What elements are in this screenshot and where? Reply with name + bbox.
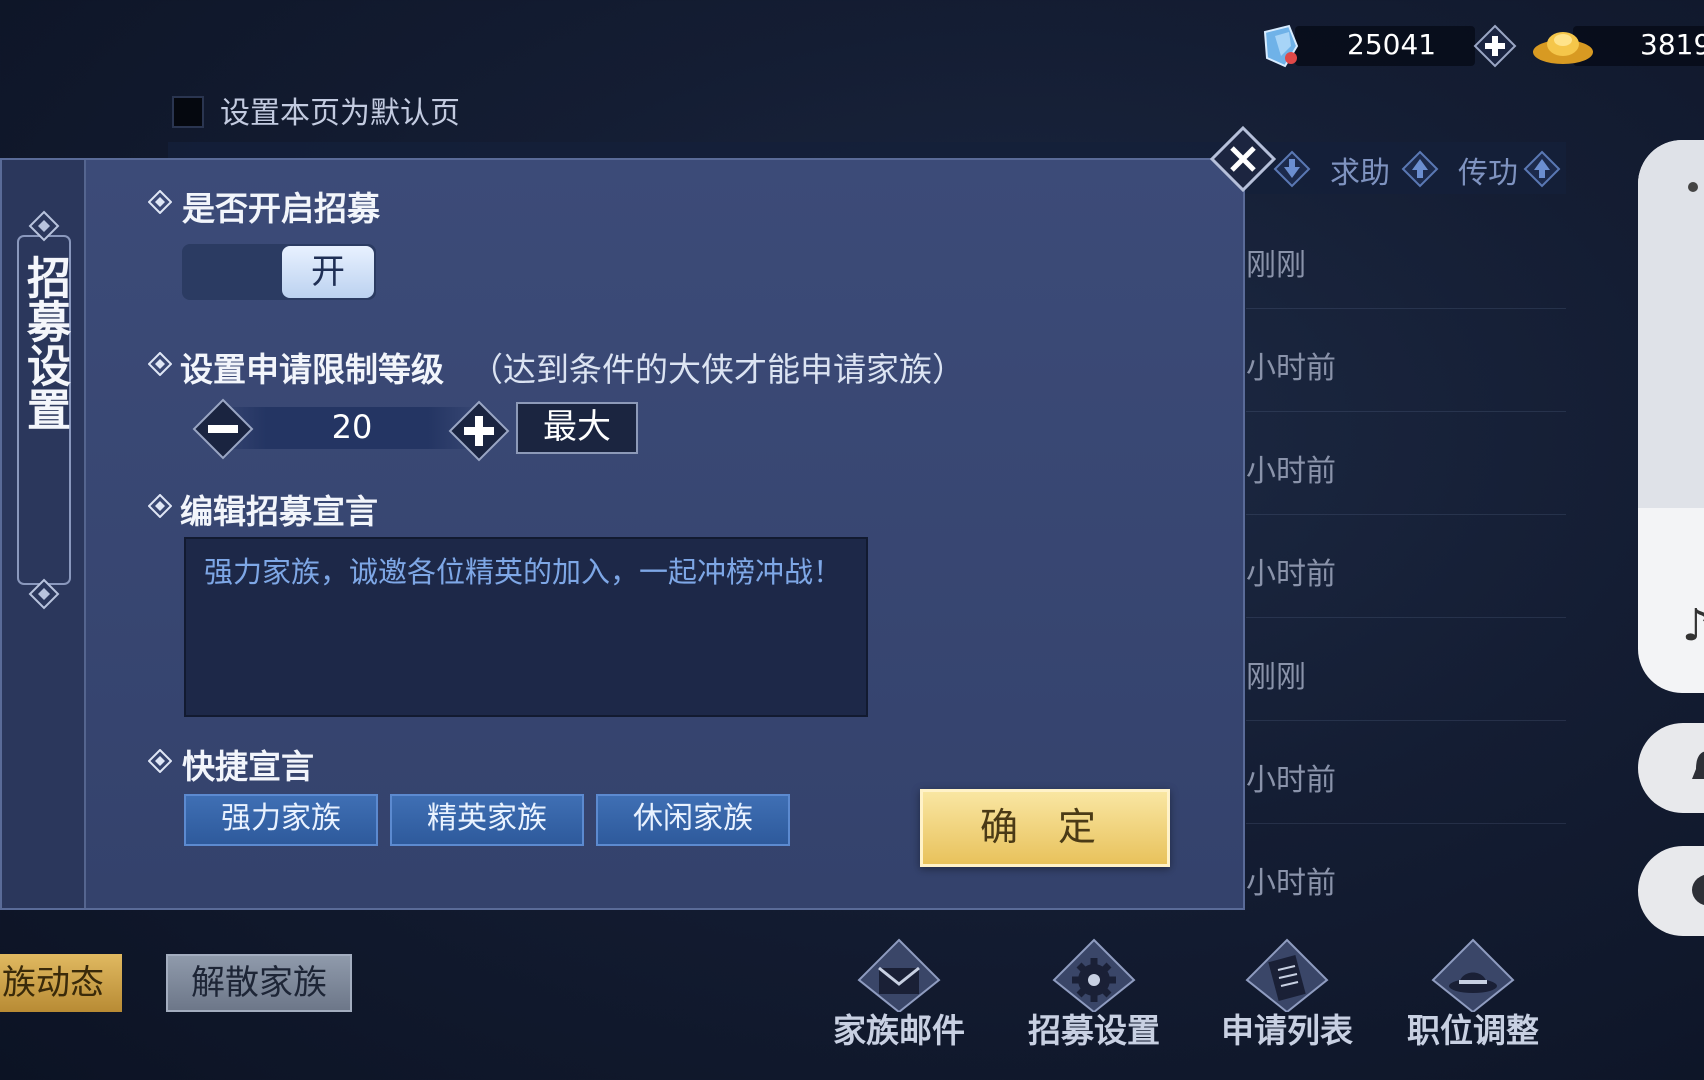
quick-declaration-title: 快捷宣言 [182, 747, 314, 786]
level-value[interactable]: 20 [302, 408, 402, 446]
row-divider [1246, 308, 1566, 309]
diamond-bullet-icon [148, 749, 172, 773]
close-button[interactable] [1210, 126, 1276, 192]
gold-count: 3819 [1640, 28, 1704, 61]
list-item: 小时前 [1246, 351, 1336, 386]
row-divider [1246, 617, 1566, 618]
default-page-label: 设置本页为默认页 [220, 96, 460, 131]
nav-label: 家族邮件 [833, 1011, 965, 1050]
nav-recruit-settings[interactable]: 招募设置 [1019, 938, 1169, 1058]
th-transfer[interactable]: 传功 [1458, 148, 1518, 192]
nav-label: 申请列表 [1221, 1011, 1353, 1050]
sort-down-icon[interactable] [1273, 150, 1311, 188]
nav-position-adjust[interactable]: 职位调整 [1398, 938, 1548, 1058]
sort-up-icon[interactable] [1523, 150, 1561, 188]
quick-option-strong[interactable]: 强力家族 [184, 794, 378, 846]
scroll-icon [1245, 938, 1329, 1012]
list-item: 小时前 [1246, 557, 1336, 592]
modal-side-tab[interactable]: 招募设置 [2, 160, 86, 908]
quick-option-elite[interactable]: 精英家族 [390, 794, 584, 846]
side-drawer[interactable]: ♪ [1638, 140, 1704, 693]
dot-icon [1688, 182, 1698, 192]
list-item: 刚刚 [1246, 660, 1306, 695]
default-page-checkbox[interactable] [172, 96, 204, 128]
list-item: 小时前 [1246, 763, 1336, 798]
side-bell-button[interactable] [1638, 723, 1704, 813]
recruit-toggle-title: 是否开启招募 [182, 189, 380, 228]
mail-icon [857, 938, 941, 1012]
list-item: 小时前 [1246, 866, 1336, 901]
confirm-button[interactable]: 确 定 [920, 789, 1170, 867]
add-gems-button[interactable] [1473, 24, 1517, 68]
level-limit-title: 设置申请限制等级 [180, 350, 444, 389]
sort-up-icon[interactable] [1401, 150, 1439, 188]
nav-label: 招募设置 [1028, 1011, 1160, 1050]
recruit-toggle-knob: 开 [282, 246, 374, 298]
level-decrease-button[interactable] [192, 398, 254, 460]
nav-label: 职位调整 [1407, 1011, 1539, 1050]
gem-count: 25041 [1347, 28, 1437, 61]
level-increase-button[interactable] [448, 400, 510, 462]
recruit-toggle[interactable]: 开 [182, 244, 376, 300]
side-drawer-top [1638, 140, 1704, 508]
music-note-icon[interactable]: ♪ [1682, 600, 1704, 651]
declaration-textarea[interactable]: 强力家族，诚邀各位精英的加入，一起冲榜冲战！ [184, 537, 868, 717]
diamond-bullet-icon [148, 190, 172, 214]
hat-icon [1431, 938, 1515, 1012]
level-limit-hint: （达到条件的大侠才能申请家族） [470, 350, 965, 389]
nav-family-mail[interactable]: 家族邮件 [824, 938, 974, 1058]
gear-icon [1052, 938, 1136, 1012]
diamond-bullet-icon [148, 352, 172, 376]
family-dynamics-button[interactable]: 族动态 [0, 954, 122, 1012]
row-divider [1246, 720, 1566, 721]
quick-option-casual[interactable]: 休闲家族 [596, 794, 790, 846]
side-chat-button[interactable] [1638, 846, 1704, 936]
currency-bar: 25041 3819 [1255, 22, 1704, 70]
disband-family-button[interactable]: 解散家族 [166, 954, 352, 1012]
th-help[interactable]: 求助 [1330, 148, 1390, 192]
recruit-settings-modal: 招募设置 是否开启招募 开 设置申请限制等级 （达到条件的大侠才能申请家族） 2… [0, 158, 1245, 910]
level-max-button[interactable]: 最大 [516, 402, 638, 454]
chat-bubble-icon [1692, 874, 1704, 906]
row-divider [1246, 411, 1566, 412]
list-item: 刚刚 [1246, 248, 1306, 283]
modal-tab-label: 招募设置 [19, 255, 70, 431]
row-divider [1246, 823, 1566, 824]
gem-icon [1263, 24, 1299, 68]
row-divider [1246, 514, 1566, 515]
bell-icon [1692, 751, 1704, 779]
diamond-bullet-icon [148, 494, 172, 518]
nav-application-list[interactable]: 申请列表 [1212, 938, 1362, 1058]
declaration-title: 编辑招募宣言 [180, 492, 378, 531]
gold-ingot-icon [1533, 32, 1593, 64]
list-item: 小时前 [1246, 454, 1336, 489]
